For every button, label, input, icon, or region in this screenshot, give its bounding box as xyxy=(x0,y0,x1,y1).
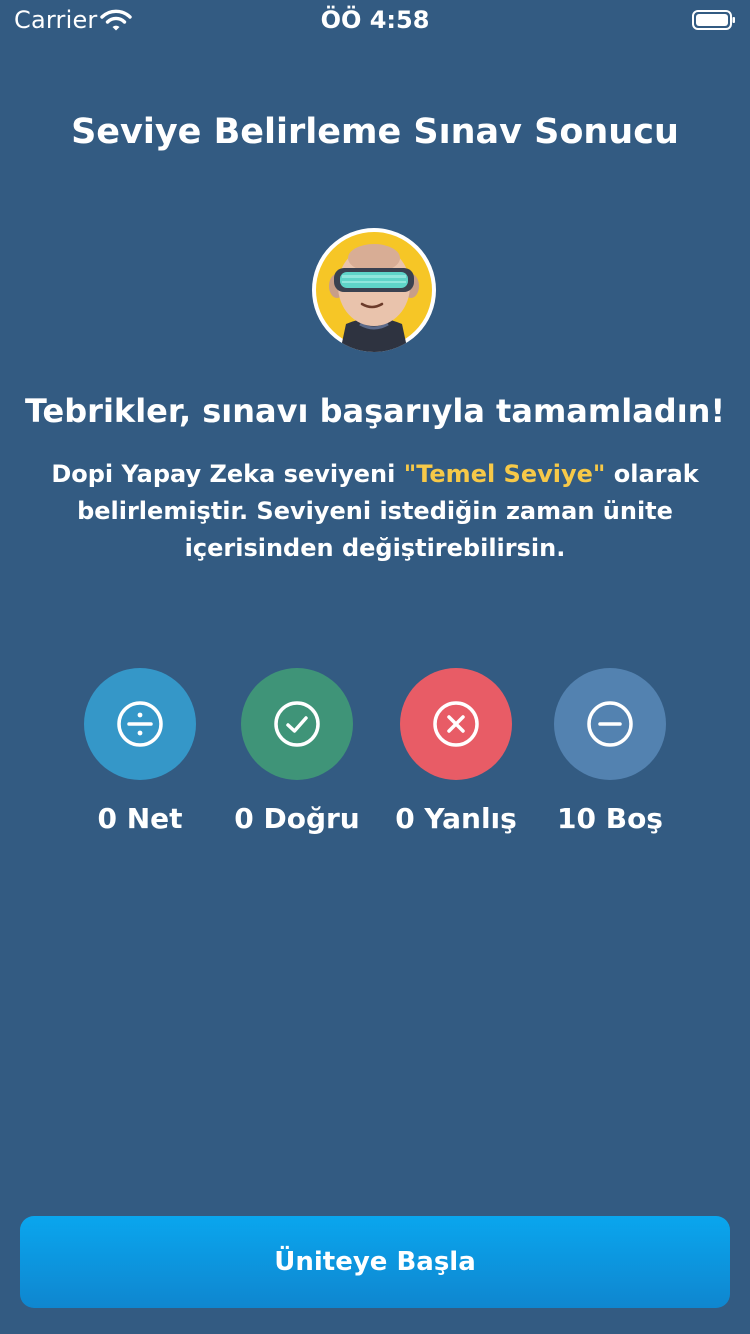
stat-empty-label: 10 Boş xyxy=(557,802,663,835)
stat-correct: 0 Doğru xyxy=(207,668,387,835)
congrats-headline: Tebrikler, sınavı başarıyla tamamladın! xyxy=(24,392,726,430)
level-highlight: "Temel Seviye" xyxy=(403,460,606,488)
divide-icon xyxy=(117,701,163,747)
x-circle-icon xyxy=(433,701,479,747)
description-text-start: Dopi Yapay Zeka seviyeni xyxy=(51,460,404,488)
page-title: Seviye Belirleme Sınav Sonucu xyxy=(71,112,679,152)
stat-empty: 10 Boş xyxy=(520,668,700,835)
clock: ÖÖ 4:58 xyxy=(320,6,430,34)
level-description: Dopi Yapay Zeka seviyeni "Temel Seviye" … xyxy=(14,456,736,567)
correct-circle xyxy=(241,668,353,780)
net-circle xyxy=(84,668,196,780)
status-bar: Carrier ÖÖ 4:58 xyxy=(0,0,750,40)
stat-net-label: 0 Net xyxy=(97,802,183,835)
check-circle-icon xyxy=(274,701,320,747)
minus-circle-icon xyxy=(587,701,633,747)
wrong-circle xyxy=(400,668,512,780)
stat-wrong-label: 0 Yanlış xyxy=(395,802,517,835)
battery-icon xyxy=(692,10,735,30)
robot-avatar xyxy=(312,228,436,352)
stat-correct-label: 0 Doğru xyxy=(234,802,360,835)
stat-wrong: 0 Yanlış xyxy=(366,668,546,835)
start-unit-button[interactable]: Üniteye Başla xyxy=(20,1216,730,1308)
stat-net: 0 Net xyxy=(50,668,230,835)
empty-circle xyxy=(554,668,666,780)
